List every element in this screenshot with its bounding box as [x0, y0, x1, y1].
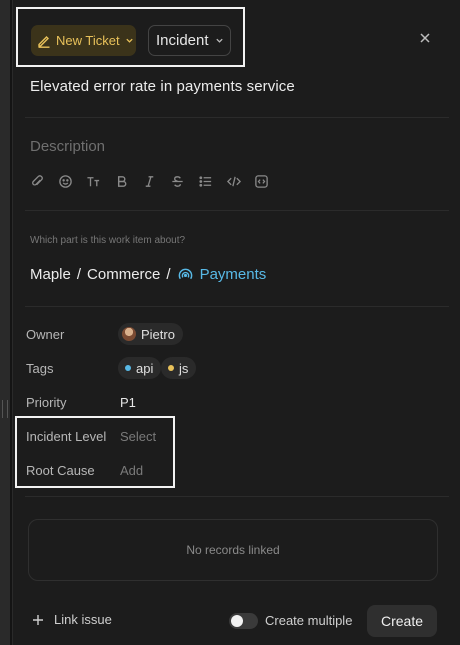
create-button[interactable]: Create — [367, 605, 437, 637]
tag-color-dot — [168, 365, 174, 371]
incident-level-label: Incident Level — [26, 429, 107, 444]
description-input[interactable]: Description — [30, 138, 105, 155]
owner-label: Owner — [26, 327, 65, 342]
chevron-down-icon — [125, 36, 134, 45]
tag-label: js — [179, 360, 189, 376]
italic-icon[interactable] — [142, 171, 170, 191]
link-issue-button[interactable]: Link issue — [32, 612, 112, 627]
formatting-toolbar — [30, 171, 282, 191]
priority-label: Priority — [26, 395, 67, 410]
tag-chip[interactable]: js — [161, 357, 197, 379]
breadcrumb-separator: / — [76, 266, 82, 283]
priority-value[interactable]: P1 — [120, 395, 136, 410]
breadcrumb-item[interactable]: Maple — [30, 266, 71, 283]
code-icon[interactable] — [226, 171, 254, 191]
root-cause-label: Root Cause — [26, 463, 95, 478]
divider — [25, 117, 449, 118]
tag-chip[interactable]: api — [118, 357, 162, 379]
owner-value[interactable]: Pietro — [118, 323, 183, 345]
create-multiple-label: Create multiple — [265, 613, 353, 628]
ticket-type-dropdown[interactable]: New Ticket — [31, 25, 136, 56]
owner-name: Pietro — [141, 326, 175, 342]
toggle-knob — [231, 615, 243, 627]
emoji-icon[interactable] — [58, 171, 86, 191]
close-icon[interactable] — [417, 30, 433, 46]
bold-icon[interactable] — [114, 171, 142, 191]
root-cause-input[interactable]: Add — [120, 463, 143, 478]
location-question: Which part is this work item about? — [30, 235, 186, 246]
tags-label: Tags — [26, 361, 54, 376]
linked-records-panel: No records linked — [28, 519, 438, 581]
divider — [25, 210, 449, 211]
resize-handle[interactable] — [2, 400, 8, 418]
divider — [25, 306, 449, 307]
link-issue-label: Link issue — [54, 612, 112, 627]
breadcrumb-current-label: Payments — [199, 266, 267, 283]
ticket-kind-label: Incident — [156, 32, 209, 49]
ticket-kind-dropdown[interactable]: Incident — [148, 25, 231, 56]
ticket-type-label: New Ticket — [56, 33, 120, 48]
incident-level-select[interactable]: Select — [120, 429, 156, 444]
tag-label: api — [136, 360, 154, 376]
breadcrumb-current[interactable]: Payments — [177, 266, 267, 283]
bullet-list-icon[interactable] — [198, 171, 226, 191]
empty-state-text: No records linked — [186, 543, 280, 557]
divider — [25, 496, 449, 497]
background-panel — [0, 0, 10, 645]
tag-color-dot — [125, 365, 131, 371]
text-size-icon[interactable] — [86, 171, 114, 191]
ticket-title-input[interactable]: Elevated error rate in payments service — [30, 78, 295, 95]
breadcrumb-separator: / — [166, 266, 171, 283]
chevron-down-icon — [215, 36, 224, 45]
service-icon — [177, 266, 194, 283]
pencil-icon — [37, 34, 51, 48]
create-multiple-toggle[interactable] — [229, 613, 258, 629]
new-ticket-modal: New Ticket Incident Elevated error rate … — [12, 0, 460, 645]
strikethrough-icon[interactable] — [170, 171, 198, 191]
code-block-icon[interactable] — [254, 171, 282, 191]
attach-icon[interactable] — [30, 171, 58, 191]
plus-icon — [32, 614, 44, 626]
breadcrumb[interactable]: Maple / Commerce / Payments — [30, 266, 266, 283]
avatar — [122, 327, 136, 341]
breadcrumb-item[interactable]: Commerce — [87, 266, 160, 283]
